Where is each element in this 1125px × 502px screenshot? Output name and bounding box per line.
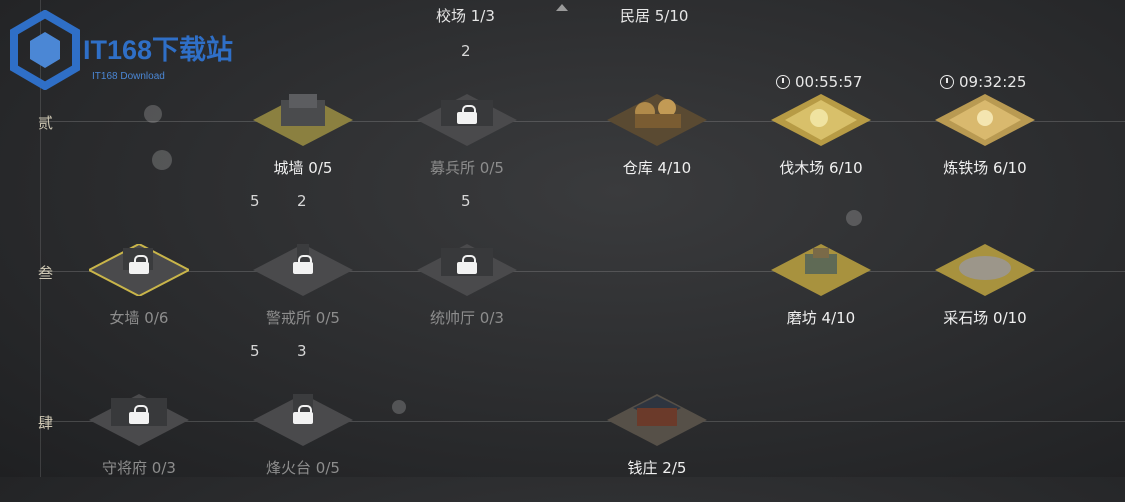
row-label-4: 肆: [38, 414, 54, 432]
building-label: 统帅厅 0/3: [430, 309, 504, 327]
warehouse-icon: [607, 94, 707, 146]
building-label: 女墙 0/6: [109, 309, 169, 327]
row-label-2: 贰: [38, 114, 54, 132]
caret-up-icon[interactable]: [556, 4, 568, 11]
building-label: 磨坊 4/10: [786, 309, 856, 327]
building-label: 炼铁场 6/10: [943, 159, 1027, 177]
row-line-4: [40, 421, 1125, 422]
row-label-3: 叁: [38, 264, 54, 282]
lock-icon: [129, 255, 149, 274]
building-label: 仓库 4/10: [622, 159, 692, 177]
building-liantiechang[interactable]: 炼铁场 6/10: [930, 82, 1040, 202]
building-nvqiang[interactable]: 女墙 0/6: [84, 232, 194, 352]
lock-icon: [457, 255, 477, 274]
requirement-count: 2: [461, 42, 471, 60]
bank-icon: [607, 394, 707, 446]
building-label: 采石场 0/10: [943, 309, 1027, 327]
logo-subtitle: IT168 Download: [92, 71, 165, 82]
building-mofang[interactable]: 磨坊 4/10: [766, 232, 876, 352]
building-label: 警戒所 0/5: [266, 309, 340, 327]
building-label: 钱庄 2/5: [627, 459, 687, 477]
building-caishichang[interactable]: 采石场 0/10: [930, 232, 1040, 352]
snowflake: [392, 400, 406, 414]
building-label: 伐木场 6/10: [779, 159, 863, 177]
building-label: 募兵所 0/5: [430, 159, 504, 177]
building-label: 城墙 0/5: [273, 159, 333, 177]
logo-mark-icon: [10, 10, 80, 90]
iron-forge-icon: [935, 94, 1035, 146]
mill-icon: [771, 244, 871, 296]
building-qianzhuang[interactable]: 钱庄 2/5: [602, 382, 712, 502]
snowflake: [152, 150, 172, 170]
building-famuchang[interactable]: 伐木场 6/10: [766, 82, 876, 202]
watermark-logo: IT168下载站 IT168 Download: [10, 10, 250, 90]
city-wall-icon: [253, 94, 353, 146]
building-cangku[interactable]: 仓库 4/10: [602, 82, 712, 202]
logo-title: IT168下载站: [83, 35, 234, 65]
lock-icon: [293, 255, 313, 274]
lock-icon: [293, 405, 313, 424]
lock-icon: [457, 105, 477, 124]
building-label: 烽火台 0/5: [266, 459, 340, 477]
lock-icon: [129, 405, 149, 424]
building-fenghuotai[interactable]: 烽火台 0/5: [248, 382, 358, 502]
top-label-minju[interactable]: 民居 5/10: [620, 5, 688, 26]
snowflake: [846, 210, 862, 226]
building-jingjiesuo[interactable]: 警戒所 0/5: [248, 232, 358, 352]
building-chengqiang[interactable]: 城墙 0/5: [248, 82, 358, 202]
lumber-mill-icon: [771, 94, 871, 146]
building-label: 守将府 0/3: [102, 459, 176, 477]
building-mubingsuo[interactable]: 募兵所 0/5: [412, 82, 522, 202]
building-shoujiangfu[interactable]: 守将府 0/3: [84, 382, 194, 502]
top-label-jiaochang[interactable]: 校场 1/3: [436, 5, 495, 26]
quarry-icon: [935, 244, 1035, 296]
building-tongshuaiting[interactable]: 统帅厅 0/3: [412, 232, 522, 352]
